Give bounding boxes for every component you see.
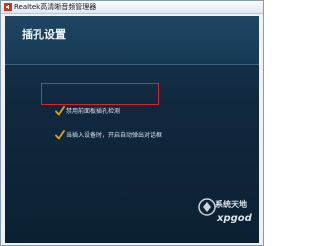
checkmark-icon	[55, 105, 65, 115]
option-label: 禁用前面板插孔检测	[66, 108, 121, 115]
page-title: 插孔设置	[22, 28, 66, 41]
checkbox-checked[interactable]	[55, 105, 65, 116]
app-window: Realtek高清晰音频管理器 插孔设置 禁用前面板插孔检测 当插入设备时，开启…	[0, 0, 264, 246]
header-divider	[5, 64, 259, 65]
checkmark-icon	[55, 129, 65, 139]
option-auto-popup-dialog[interactable]: 当插入设备时，开启自动弹出对话框	[55, 129, 163, 142]
checkbox-checked[interactable]	[55, 129, 65, 140]
window-title: Realtek高清晰音频管理器	[14, 3, 97, 11]
title-bar[interactable]: Realtek高清晰音频管理器	[1, 1, 263, 14]
option-disable-front-panel-detection[interactable]: 禁用前面板插孔检测	[55, 105, 121, 118]
highlight-annotation	[41, 83, 159, 105]
panel-header: 插孔设置	[5, 16, 259, 64]
speaker-icon	[4, 3, 12, 11]
watermark-text: 系统天地	[215, 200, 247, 209]
option-label: 当插入设备时，开启自动弹出对话框	[66, 132, 163, 139]
watermark-text: xpgod	[217, 213, 252, 224]
